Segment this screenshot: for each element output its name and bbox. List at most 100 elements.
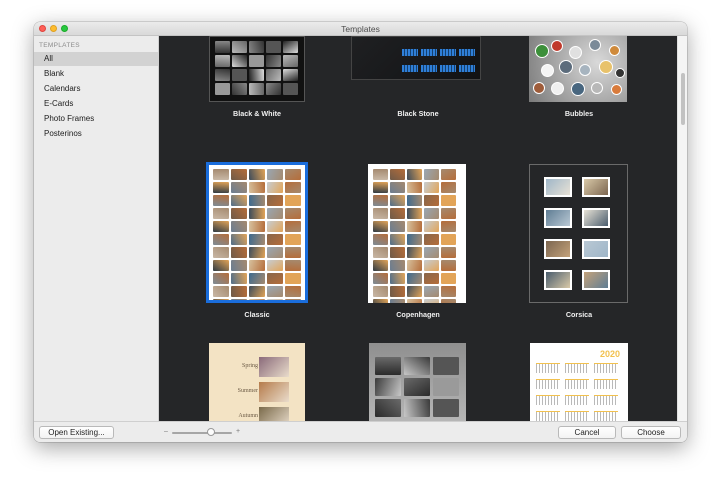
thumbnail-photo bbox=[267, 169, 283, 180]
thumbnail-photo bbox=[373, 182, 388, 193]
sidebar-item-posterinos[interactable]: Posterinos bbox=[34, 127, 158, 141]
sidebar-item-ecards[interactable]: E-Cards bbox=[34, 97, 158, 111]
thumbnail-photo bbox=[285, 260, 301, 271]
framed-photo-image bbox=[546, 210, 570, 226]
month-block bbox=[421, 49, 437, 56]
thumbnail-photo bbox=[249, 286, 265, 297]
thumbnail-photo bbox=[231, 234, 247, 245]
season-label: Autumn bbox=[238, 413, 258, 419]
thumbnail-photo bbox=[231, 195, 247, 206]
thumbnail-photo bbox=[390, 286, 405, 297]
template-bubbles[interactable] bbox=[529, 36, 627, 102]
thumbnail-photo bbox=[249, 234, 265, 245]
choose-button[interactable]: Choose bbox=[621, 426, 681, 439]
thumbnail-photo bbox=[373, 273, 388, 284]
thumbnail-photo bbox=[424, 221, 439, 232]
thumbnail-photo bbox=[407, 221, 422, 232]
thumbnail-photo bbox=[433, 357, 459, 375]
thumbnail-photo bbox=[213, 247, 229, 258]
month-block bbox=[421, 65, 437, 72]
thumbnail-photo bbox=[213, 208, 229, 219]
thumbnail-photo bbox=[267, 247, 283, 258]
thumbnail-photo bbox=[407, 234, 422, 245]
thumbnail-photo bbox=[285, 195, 301, 206]
thumbnail-photo bbox=[232, 41, 247, 53]
template-corsica[interactable] bbox=[529, 164, 628, 303]
thumbnail-photo bbox=[283, 83, 298, 95]
thumbnail-photo bbox=[373, 247, 388, 258]
thumbnail-photo bbox=[407, 273, 422, 284]
framed-photo-image bbox=[546, 272, 570, 288]
month-block bbox=[459, 49, 475, 56]
thumbnail-photo bbox=[267, 221, 283, 232]
thumbnail-photo bbox=[249, 83, 264, 95]
framed-photo bbox=[544, 177, 572, 197]
thumbnail-photo bbox=[213, 234, 229, 245]
thumbnail-photo bbox=[283, 55, 298, 67]
template-label-corsica: Corsica bbox=[565, 310, 593, 319]
thumbnail-photo bbox=[373, 208, 388, 219]
zoom-in-icon[interactable]: + bbox=[236, 428, 240, 435]
thumbnail-photo bbox=[441, 247, 456, 258]
thumbnail-photo bbox=[441, 299, 456, 303]
thumbnail-photo bbox=[373, 169, 388, 180]
template-classic[interactable] bbox=[206, 162, 308, 303]
thumbnail-photo bbox=[285, 247, 301, 258]
template-calendar-2020[interactable]: 2020 bbox=[530, 343, 628, 421]
framed-photo bbox=[544, 208, 572, 228]
template-label-black-stone: Black Stone bbox=[397, 109, 439, 118]
scrollbar-thumb[interactable] bbox=[681, 73, 685, 125]
bubble-photo bbox=[551, 82, 564, 95]
thumbnail-photo bbox=[266, 41, 281, 53]
thumbnail-photo bbox=[231, 208, 247, 219]
framed-photo bbox=[544, 239, 572, 259]
bubble-photo bbox=[591, 82, 603, 94]
thumbnail-photo bbox=[213, 169, 229, 180]
month-block bbox=[594, 411, 618, 421]
sidebar-item-photo-frames[interactable]: Photo Frames bbox=[34, 112, 158, 126]
zoom-slider[interactable] bbox=[172, 432, 232, 434]
title-bar: Templates bbox=[34, 22, 687, 36]
thumbnail-photo bbox=[231, 247, 247, 258]
cancel-button[interactable]: Cancel bbox=[558, 426, 616, 439]
month-block bbox=[594, 379, 618, 389]
thumbnail-photo bbox=[267, 195, 283, 206]
thumbnail-photo bbox=[404, 399, 430, 417]
thumbnail-photo bbox=[249, 169, 265, 180]
framed-photo bbox=[544, 270, 572, 290]
season-photo bbox=[259, 357, 289, 377]
template-copenhagen[interactable] bbox=[368, 164, 466, 303]
sidebar-item-blank[interactable]: Blank bbox=[34, 67, 158, 81]
thumbnail-photo bbox=[424, 234, 439, 245]
template-seasons[interactable]: SpringSummerAutumnWinter bbox=[209, 343, 305, 421]
thumbnail-photo bbox=[249, 247, 265, 258]
thumbnail-photo bbox=[266, 55, 281, 67]
thumbnail-photo bbox=[213, 260, 229, 271]
thumbnail-photo bbox=[424, 247, 439, 258]
zoom-slider-thumb[interactable] bbox=[207, 428, 215, 436]
thumbnail-photo bbox=[267, 234, 283, 245]
template-gray-collage[interactable] bbox=[369, 343, 466, 421]
template-label-classic: Classic bbox=[244, 310, 270, 319]
thumbnail-photo bbox=[441, 169, 456, 180]
bubble-photo bbox=[535, 44, 549, 58]
framed-photo-image bbox=[584, 179, 608, 195]
vertical-scrollbar[interactable] bbox=[677, 36, 687, 421]
thumbnail-photo bbox=[213, 221, 229, 232]
calendar-year: 2020 bbox=[599, 349, 620, 359]
thumbnail-photo bbox=[249, 182, 265, 193]
thumbnail-photo bbox=[213, 182, 229, 193]
template-black-stone[interactable] bbox=[351, 36, 481, 80]
season-photo bbox=[259, 407, 289, 421]
thumbnail-photo bbox=[249, 299, 265, 300]
sidebar-item-all[interactable]: All bbox=[34, 52, 158, 66]
thumbnail-photo bbox=[213, 286, 229, 297]
thumbnail-photo bbox=[407, 299, 422, 303]
template-black-and-white[interactable] bbox=[209, 36, 305, 102]
season-label: Summer bbox=[237, 388, 258, 394]
zoom-out-icon[interactable]: – bbox=[164, 428, 168, 435]
thumbnail-photo bbox=[390, 182, 405, 193]
open-existing-button[interactable]: Open Existing... bbox=[39, 426, 114, 439]
thumbnail-photo bbox=[390, 260, 405, 271]
sidebar-item-calendars[interactable]: Calendars bbox=[34, 82, 158, 96]
